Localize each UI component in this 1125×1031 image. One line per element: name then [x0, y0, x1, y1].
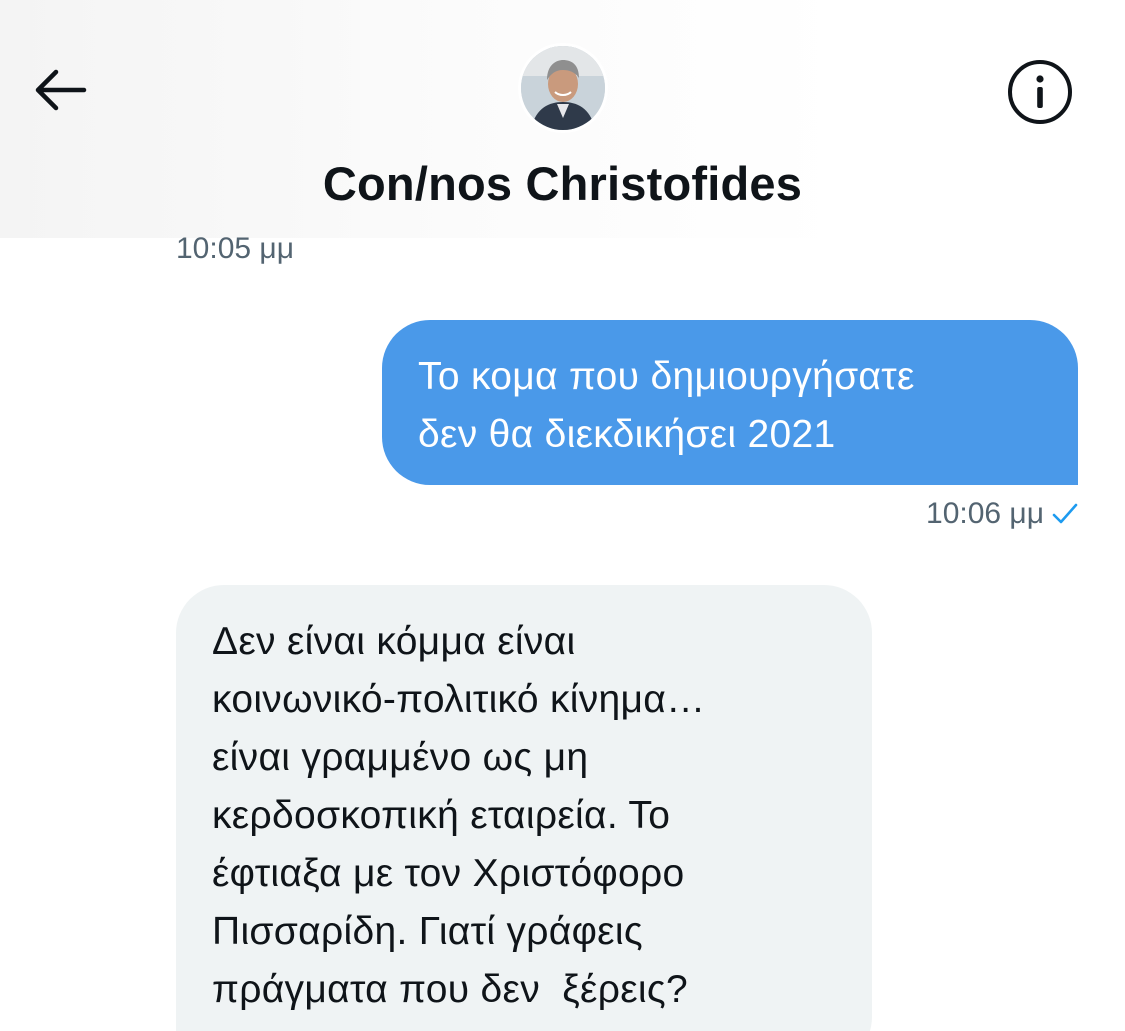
check-icon	[1052, 499, 1078, 533]
dm-conversation-screen: Con/nos Christofides 10:05 μμ Το κομα πο…	[0, 0, 1125, 1031]
arrow-left-icon	[35, 69, 87, 111]
sent-message-meta: 10:06 μμ	[860, 497, 1078, 533]
message-line: κοινωνικό-πολιτικό κίνημα…	[212, 678, 706, 721]
contact-name: Con/nos Christofides	[322, 157, 803, 210]
message-timestamp: 10:05 μμ	[176, 232, 294, 265]
message-line: Το κομα που δημιουργήσατε	[418, 355, 915, 398]
message-line: είναι γραμμένο ως μη	[212, 736, 589, 779]
message-line: Πισσαρίδη. Γιατί γράφεις	[212, 910, 643, 953]
avatar[interactable]	[521, 46, 605, 130]
message-line: έφτιαξα με τον Χριστόφορο	[212, 852, 685, 895]
back-button[interactable]	[28, 58, 92, 122]
info-button[interactable]	[1004, 56, 1076, 128]
conversation-header: Con/nos Christofides	[0, 0, 1125, 238]
message-line: Δεν είναι κόμμα είναι	[212, 620, 576, 663]
sent-message-bubble[interactable]: Το κομα που δημιουργήσατε δεν θα διεκδικ…	[382, 320, 1078, 485]
message-timestamp: 10:06 μμ	[926, 497, 1044, 530]
info-circle-icon	[1008, 60, 1072, 124]
message-line: κερδοσκοπική εταιρεία. Το	[212, 794, 671, 837]
profile-photo	[521, 46, 605, 130]
received-message-bubble[interactable]: Δεν είναι κόμμα είναι κοινωνικό-πολιτικό…	[176, 585, 872, 1031]
message-line: δεν θα διεκδικήσει 2021	[418, 413, 836, 456]
message-line: πράγματα που δεν ξέρεις?	[212, 968, 688, 1011]
